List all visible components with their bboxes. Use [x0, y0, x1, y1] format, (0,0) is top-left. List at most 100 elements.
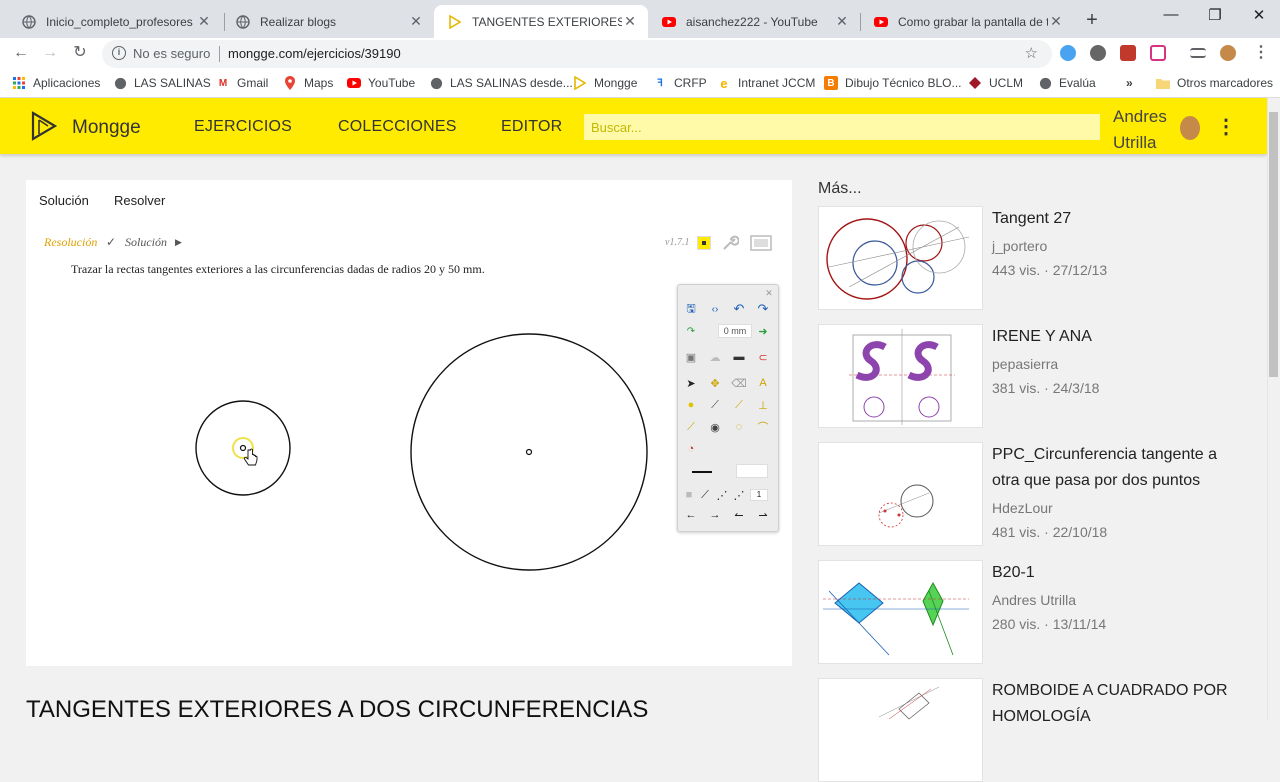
- browser-tab[interactable]: Como grabar la pantalla de tu ordenador …: [860, 5, 1074, 38]
- extension-icon[interactable]: [1120, 45, 1136, 61]
- breadcrumb-solucion[interactable]: Solución: [125, 235, 167, 250]
- bookmark-item[interactable]: B Dibujo Técnico BLO...: [824, 76, 962, 90]
- related-thumbnail[interactable]: [818, 324, 983, 428]
- fullscreen-icon[interactable]: [750, 235, 772, 251]
- cloud-icon[interactable]: ☁: [708, 350, 722, 364]
- keyboard-icon[interactable]: ▬: [732, 350, 746, 364]
- related-title[interactable]: ROMBOIDE A CUADRADO POR HOMOLOGÍA: [992, 678, 1242, 730]
- bookmarks-overflow-icon[interactable]: »: [1126, 76, 1133, 90]
- browser-menu-icon[interactable]: ⋮: [1250, 42, 1272, 64]
- arc-tool-icon[interactable]: ◌: [732, 420, 746, 434]
- solid-line-icon[interactable]: ⟋: [698, 488, 712, 502]
- related-thumbnail[interactable]: [818, 206, 983, 310]
- related-title[interactable]: Tangent 27: [992, 206, 1242, 232]
- close-tab-icon[interactable]: ✕: [196, 13, 212, 30]
- bookmark-item[interactable]: LAS SALINAS desde...: [429, 76, 573, 90]
- rotate-icon[interactable]: ↷: [684, 324, 698, 338]
- extension-icon[interactable]: [1090, 45, 1106, 61]
- back-icon[interactable]: ←: [10, 42, 32, 64]
- breadcrumb-resolucion[interactable]: Resolución: [44, 235, 97, 250]
- bookmark-item[interactable]: LAS SALINAS: [113, 76, 211, 90]
- browser-tab[interactable]: aisanchez222 - YouTube ✕: [648, 5, 860, 38]
- new-tab-button[interactable]: +: [1082, 8, 1102, 32]
- extension-icon[interactable]: [1150, 45, 1166, 61]
- user-avatar[interactable]: [1180, 116, 1200, 140]
- site-menu-icon[interactable]: ⋮: [1216, 113, 1236, 141]
- nav-ejercicios[interactable]: EJERCICIOS: [194, 118, 292, 136]
- close-palette-icon[interactable]: ✕: [762, 286, 776, 300]
- green-arrow-icon[interactable]: ➜: [756, 324, 770, 338]
- magnet-icon[interactable]: ⊂: [756, 350, 770, 364]
- point-tool-icon[interactable]: ●: [684, 398, 698, 412]
- site-brand[interactable]: Mongge: [72, 117, 141, 139]
- undo-icon[interactable]: ↶: [732, 301, 746, 316]
- nav-editor[interactable]: EDITOR: [501, 118, 562, 136]
- tab-solucion[interactable]: Solución: [39, 193, 89, 208]
- perpendicular-tool-icon[interactable]: ⊥: [756, 398, 770, 412]
- half-arrow-right-icon[interactable]: ⇀: [756, 508, 770, 522]
- arrow-left-icon[interactable]: ←: [684, 508, 698, 522]
- half-arrow-left-icon[interactable]: ↼: [732, 508, 746, 522]
- small-circle-center[interactable]: [239, 444, 247, 452]
- code-icon[interactable]: ‹›: [708, 302, 722, 316]
- segment-tool-icon[interactable]: ⟋: [708, 398, 722, 412]
- url-text[interactable]: mongge.com/ejercicios/39190: [228, 46, 401, 61]
- fill-tool-icon[interactable]: ■: [682, 488, 696, 502]
- arrow-right-icon[interactable]: →: [708, 508, 722, 522]
- bookmark-item[interactable]: M Gmail: [216, 76, 269, 90]
- browser-tab[interactable]: Inicio_completo_profesores ✕: [8, 5, 222, 38]
- bookmark-item[interactable]: ꟻ CRFP: [653, 76, 707, 90]
- ruler-tool-icon[interactable]: ⟋: [684, 420, 698, 434]
- pointer-icon[interactable]: ➤: [684, 376, 698, 390]
- related-title[interactable]: B20-1: [992, 560, 1242, 586]
- dashdot-line-icon[interactable]: ⋰: [732, 488, 746, 502]
- bookmark-item[interactable]: YouTube: [347, 76, 415, 90]
- large-circle-center[interactable]: [525, 448, 533, 456]
- snap-toggle-icon[interactable]: [697, 236, 711, 250]
- cloud-extension-icon[interactable]: [1060, 45, 1076, 61]
- related-author[interactable]: Andres Utrilla: [992, 592, 1076, 608]
- tab-resolver[interactable]: Resolver: [114, 193, 165, 208]
- related-thumbnail[interactable]: [818, 560, 983, 664]
- nav-colecciones[interactable]: COLECCIONES: [338, 118, 457, 136]
- mongge-logo-icon[interactable]: [30, 110, 58, 142]
- related-title[interactable]: IRENE Y ANA: [992, 324, 1242, 350]
- play-icon[interactable]: ▶: [175, 237, 182, 248]
- dashed-line-icon[interactable]: ⋰: [715, 488, 729, 502]
- circle-tool-icon[interactable]: ◉: [708, 420, 722, 434]
- browser-tab-active[interactable]: TANGENTES EXTERIORES A DOS CIRCUNFERENCI…: [434, 5, 648, 38]
- text-tool-icon[interactable]: A: [756, 376, 770, 390]
- address-bar[interactable]: i No es seguro mongge.com/ejercicios/391…: [102, 40, 1052, 68]
- related-thumbnail[interactable]: [818, 678, 983, 782]
- bookmark-star-icon[interactable]: ☆: [1025, 44, 1038, 62]
- related-author[interactable]: pepasierra: [992, 356, 1058, 372]
- close-tab-icon[interactable]: ✕: [408, 13, 424, 30]
- sector-tool-icon[interactable]: ◔: [684, 442, 698, 456]
- eraser-icon[interactable]: ⌫: [731, 376, 747, 390]
- info-icon[interactable]: i: [112, 46, 126, 60]
- bookmark-item[interactable]: e Intranet JCCM: [717, 76, 815, 91]
- browser-tab[interactable]: Realizar blogs ✕: [222, 5, 434, 38]
- restore-icon[interactable]: ❐: [1200, 6, 1230, 24]
- related-author[interactable]: HdezLour: [992, 500, 1053, 516]
- close-window-icon[interactable]: ✕: [1244, 6, 1274, 24]
- line-width-input[interactable]: 1: [750, 489, 768, 501]
- drawing-canvas[interactable]: [26, 280, 676, 580]
- reload-icon[interactable]: ↻: [69, 42, 91, 64]
- related-author[interactable]: j_portero: [992, 238, 1047, 254]
- screen-icon[interactable]: ▣: [684, 350, 698, 364]
- media-control-icon[interactable]: [1190, 48, 1206, 58]
- forward-icon[interactable]: →: [39, 42, 61, 64]
- wrench-icon[interactable]: [721, 234, 739, 252]
- bookmark-item[interactable]: Mongge: [573, 76, 637, 90]
- site-search-input[interactable]: [584, 114, 1100, 140]
- related-title[interactable]: PPC_Circunferencia tangente a otra que p…: [992, 442, 1242, 494]
- redo-icon[interactable]: ↷: [756, 301, 770, 316]
- save-icon[interactable]: 🖫: [684, 302, 698, 316]
- distance-input[interactable]: 0 mm: [718, 324, 752, 338]
- bookmark-apps[interactable]: Aplicaciones: [12, 76, 100, 90]
- scrollbar-thumb[interactable]: [1269, 112, 1278, 377]
- line-tool-icon[interactable]: ⟋: [732, 398, 746, 412]
- close-tab-icon[interactable]: ✕: [834, 13, 850, 30]
- move-icon[interactable]: ✥: [708, 376, 722, 390]
